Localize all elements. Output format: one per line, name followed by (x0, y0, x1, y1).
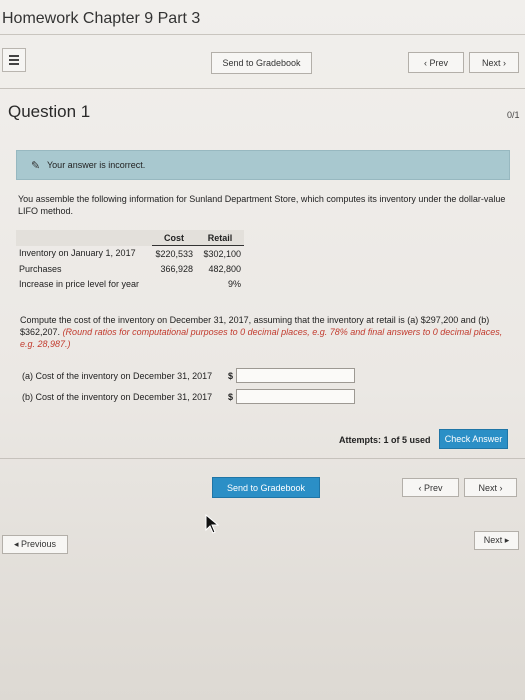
next-button[interactable]: Next › (469, 52, 519, 73)
table-row: Increase in price level for year 9% (16, 276, 244, 291)
incorrect-alert: ✎ Your answer is incorrect. (16, 150, 510, 180)
header-divider (0, 88, 525, 89)
table-cell: $302,100 (203, 248, 241, 259)
table-cell: 9% (227, 278, 241, 289)
next-question-button[interactable]: Next ▸ (474, 531, 519, 550)
table-cell: Increase in price level for year (19, 278, 140, 289)
answer-b-input[interactable] (236, 389, 355, 404)
compute-instruction: Compute the cost of the inventory on Dec… (20, 314, 508, 350)
table-cell: Inventory on January 1, 2017 (19, 248, 136, 259)
inventory-table: Cost Retail Inventory on January 1, 2017… (16, 230, 244, 291)
table-header-row: Cost Retail (16, 230, 244, 246)
answer-b-label: (b) Cost of the inventory on December 31… (22, 392, 213, 402)
table-cell: $220,533 (155, 248, 193, 259)
send-to-gradebook-button[interactable]: Send to Gradebook (211, 52, 312, 74)
assignment-title: Homework Chapter 9 Part 3 (2, 10, 201, 27)
table-header: Retail (196, 230, 244, 246)
question-divider (0, 458, 525, 459)
footer-prev-button[interactable]: ‹ Prev (402, 478, 459, 497)
answer-a-input[interactable] (236, 368, 355, 383)
table-cell: Purchases (19, 263, 62, 274)
mouse-cursor-icon (205, 514, 219, 534)
previous-question-button[interactable]: ◂ Previous (2, 535, 68, 554)
question-prompt: You assemble the following information f… (18, 194, 506, 216)
table-cell: 366,928 (160, 263, 193, 274)
table-row: Inventory on January 1, 2017 $220,533 $3… (16, 246, 244, 262)
alert-message: Your answer is incorrect. (47, 160, 146, 170)
table-header: Cost (152, 230, 196, 246)
question-title: Question 1 (8, 102, 91, 121)
table-header (16, 230, 152, 246)
prev-button[interactable]: ‹ Prev (408, 52, 464, 73)
pencil-icon: ✎ (31, 160, 41, 172)
title-bar: Homework Chapter 9 Part 3 (0, 0, 525, 35)
footer-next-button[interactable]: Next › (464, 478, 517, 497)
table-row: Purchases 366,928 482,800 (16, 261, 244, 276)
answer-b-currency: $ (228, 392, 234, 402)
page: Homework Chapter 9 Part 3 Send to Gradeb… (0, 0, 525, 700)
table-cell: 482,800 (208, 263, 241, 274)
rounding-note: (Round ratios for computational purposes… (20, 327, 503, 349)
attempts-counter: Attempts: 1 of 5 used (339, 435, 431, 445)
hamburger-menu-icon[interactable] (2, 48, 26, 72)
question-score: 0/1 (507, 110, 520, 120)
check-answer-button[interactable]: Check Answer (439, 429, 508, 449)
footer-send-to-gradebook-button[interactable]: Send to Gradebook (212, 477, 320, 498)
answer-a-currency: $ (228, 371, 234, 381)
table-cell (152, 276, 196, 291)
answer-a-label: (a) Cost of the inventory on December 31… (22, 371, 213, 381)
